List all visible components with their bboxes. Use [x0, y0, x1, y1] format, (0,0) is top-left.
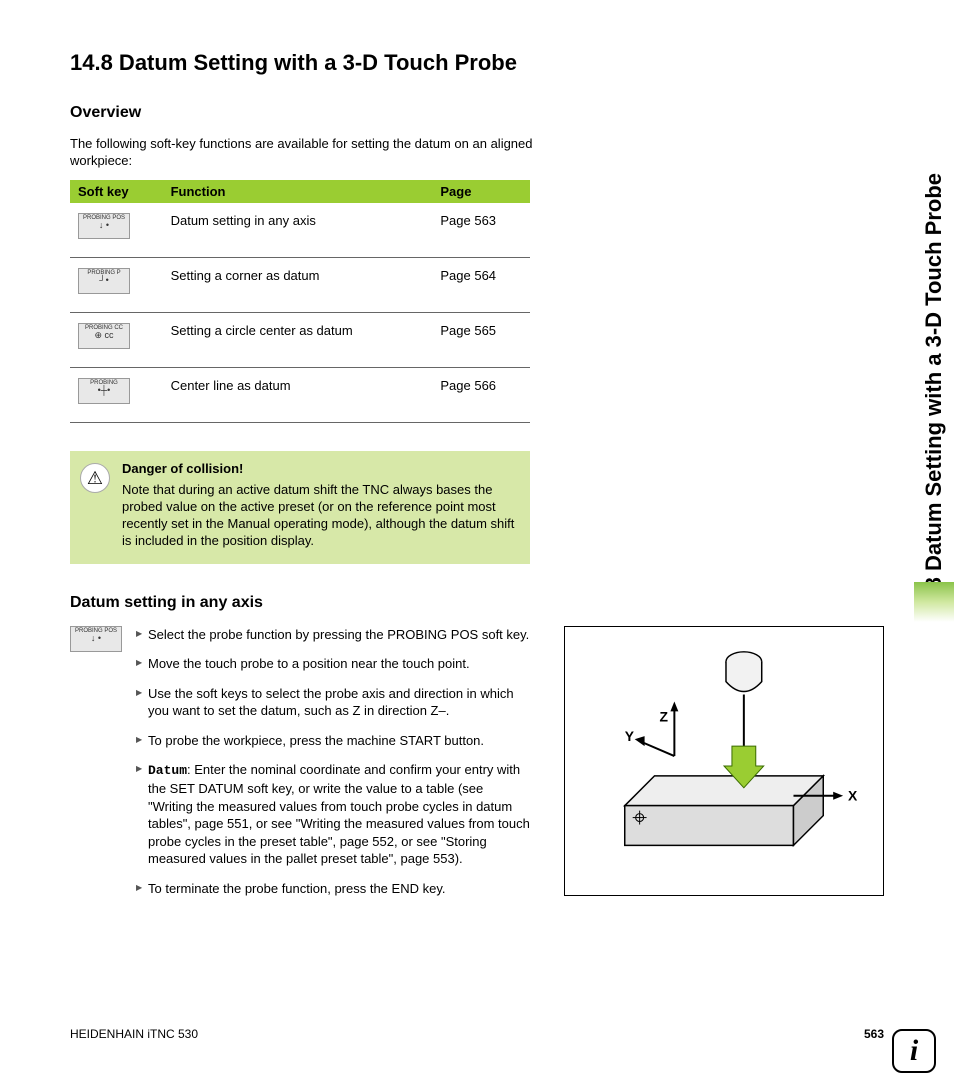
- warning-title: Danger of collision!: [122, 461, 516, 476]
- list-item: Select the probe function by pressing th…: [136, 626, 530, 644]
- axis-y-label: Y: [625, 728, 635, 744]
- intro-text: The following soft-key functions are ava…: [70, 136, 540, 170]
- cell-func: Center line as datum: [163, 368, 433, 423]
- th-function: Function: [163, 180, 433, 203]
- softkey-table: Soft key Function Page PROBING POS↓ • Da…: [70, 180, 530, 423]
- probing-centerline-icon: PROBING•┼•: [78, 378, 130, 404]
- info-badge-icon: i: [892, 1029, 936, 1073]
- cell-func: Datum setting in any axis: [163, 203, 433, 258]
- list-item: Use the soft keys to select the probe ax…: [136, 685, 530, 720]
- cell-page: Page 564: [432, 258, 530, 313]
- probing-pos-icon: PROBING POS↓ •: [70, 626, 122, 652]
- cell-func: Setting a circle center as datum: [163, 313, 433, 368]
- cell-page: Page 563: [432, 203, 530, 258]
- warning-box: ⚠ Danger of collision! Note that during …: [70, 451, 530, 564]
- axis-x-label: X: [848, 787, 858, 803]
- list-item: To probe the workpiece, press the machin…: [136, 732, 530, 750]
- page-content: 14.8 Datum Setting with a 3-D Touch Prob…: [0, 0, 954, 939]
- probing-pos-icon: PROBING POS↓ •: [78, 213, 130, 239]
- th-softkey: Soft key: [70, 180, 163, 203]
- probe-diagram-svg: Z Y X: [565, 627, 883, 895]
- table-row: PROBING CC⊕ cc Setting a circle center a…: [70, 313, 530, 368]
- list-item: To terminate the probe function, press t…: [136, 880, 530, 898]
- th-page: Page: [432, 180, 530, 203]
- exclamation-triangle-icon: ⚠: [87, 469, 103, 487]
- list-item: Move the touch probe to a position near …: [136, 655, 530, 673]
- figure-diagram: Z Y X: [564, 626, 884, 896]
- footer-product: HEIDENHAIN iTNC 530: [70, 1027, 198, 1041]
- probing-circle-icon: PROBING CC⊕ cc: [78, 323, 130, 349]
- footer-page-number: 563: [864, 1027, 884, 1041]
- page-footer: HEIDENHAIN iTNC 530 563: [70, 1027, 884, 1041]
- cell-page: Page 566: [432, 368, 530, 423]
- step-list: Select the probe function by pressing th…: [136, 626, 530, 910]
- probing-corner-icon: PROBING P┘•: [78, 268, 130, 294]
- table-row: PROBING•┼• Center line as datum Page 566: [70, 368, 530, 423]
- page-title: 14.8 Datum Setting with a 3-D Touch Prob…: [118, 50, 618, 76]
- table-row: PROBING P┘• Setting a corner as datum Pa…: [70, 258, 530, 313]
- cell-page: Page 565: [432, 313, 530, 368]
- list-item: Datum: Enter the nominal coordinate and …: [136, 761, 530, 867]
- procedure: PROBING POS↓ • Select the probe function…: [70, 626, 884, 910]
- warning-body: Note that during an active datum shift t…: [122, 482, 516, 550]
- section2-heading: Datum setting in any axis: [70, 594, 884, 612]
- warning-icon: ⚠: [80, 463, 110, 493]
- axis-z-label: Z: [659, 708, 668, 724]
- overview-heading: Overview: [70, 104, 884, 122]
- cell-func: Setting a corner as datum: [163, 258, 433, 313]
- table-row: PROBING POS↓ • Datum setting in any axis…: [70, 203, 530, 258]
